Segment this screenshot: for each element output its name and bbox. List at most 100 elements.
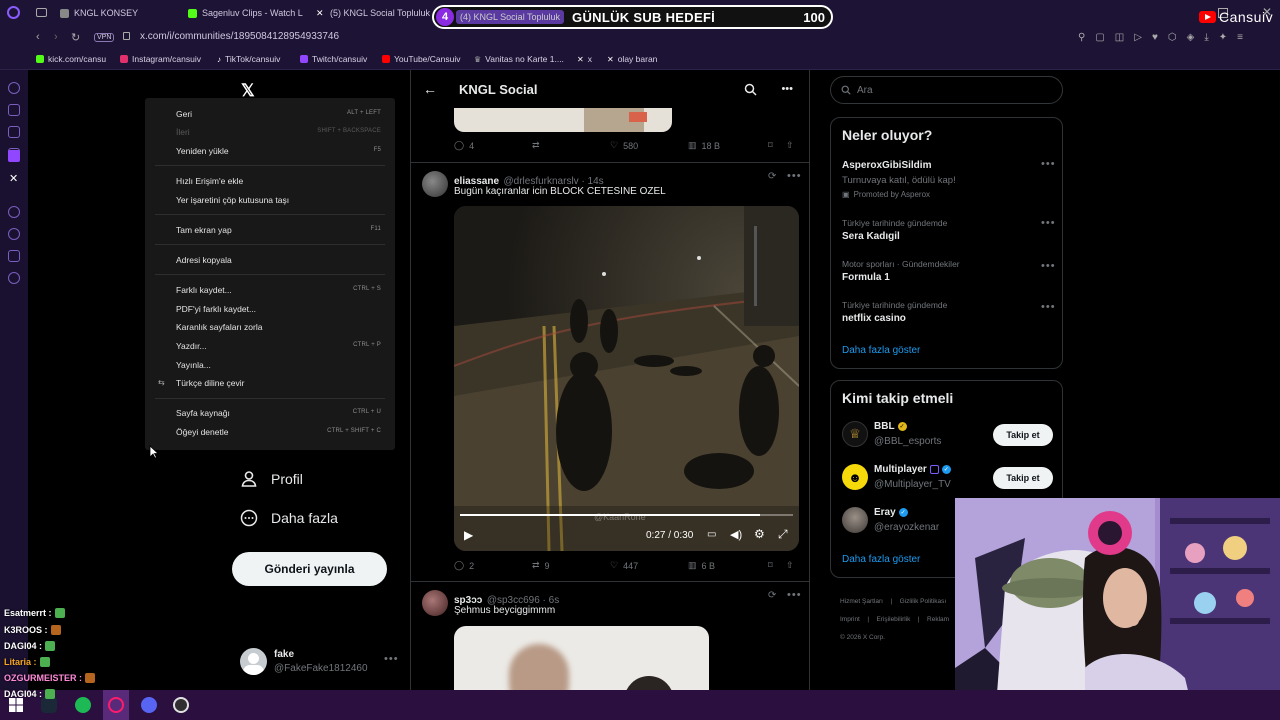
footer-ads[interactable]: Reklam [927,616,949,623]
follow-button[interactable]: Takip et [993,424,1053,446]
post-eliassane[interactable]: eliassane @drlesfurknarslv · 14s ⟳ ••• B… [411,163,809,581]
tab-overview-icon[interactable] [36,8,47,17]
trend-item[interactable]: AsperoxGibiSildim Turnuvaya katıl, ödülü… [831,154,1062,204]
heart-icon[interactable]: ♥ [1152,32,1158,43]
menu-item-trash-bookmark[interactable]: Yer işaretini çöp kutusuna taşı [145,191,395,209]
chat-sidebar-icon[interactable] [8,250,20,262]
download-icon[interactable]: ⤓ [1204,32,1208,43]
follow-suggestion[interactable]: ♕ BBL ✓ @BBL_esports Takip et [831,417,1062,453]
bookmark-post-icon[interactable]: ⌑ [768,140,786,151]
bookmark-twitch[interactable]: Twitch/cansuiv [300,54,367,64]
more-icon[interactable]: ••• [781,83,793,95]
retweet-action[interactable]: ⇄ [532,140,610,151]
discord-icon[interactable] [141,697,157,713]
bookmark-youtube[interactable]: YouTube/Cansuiv [382,54,460,64]
menu-item-print[interactable]: Yazdır... CTRL + P [145,337,395,355]
trend-more-icon[interactable]: ••• [1041,260,1056,272]
player-icon[interactable]: ▷ [1134,32,1142,43]
wallet-icon[interactable]: ◈ [1187,32,1195,43]
menu-item-speed-dial[interactable]: Hızlı Erişim'e ekle [145,172,395,190]
retweet-action[interactable]: ⇄ 9 [532,560,610,571]
reply-action[interactable]: ◯ 4 [454,140,532,151]
reload-icon[interactable]: ↻ [71,31,80,44]
video-settings-icon[interactable]: ⚙ [754,527,765,541]
steam-icon[interactable] [41,697,57,713]
like-action[interactable]: ♡ 580 [610,140,688,151]
menu-item-save-as[interactable]: Farklı kaydet... CTRL + S [145,281,395,299]
footer-imprint[interactable]: Imprint [840,616,860,623]
video-progress-track[interactable] [460,514,793,516]
player-sidebar-icon[interactable] [8,206,20,218]
settings-icon[interactable] [8,272,20,284]
messenger-icon[interactable] [8,126,20,138]
obs-icon[interactable] [173,697,189,713]
twitch-sidebar-icon[interactable] [8,150,20,162]
pin-icon[interactable]: ⚲ [1078,32,1085,43]
post-image[interactable] [454,626,709,690]
extensions-icon[interactable]: ⬡ [1168,32,1177,43]
views-action[interactable]: ▥ 6 B [688,560,768,571]
url-text[interactable]: x.com/i/communities/1895084128954933746 [140,31,339,42]
opera-logo-icon[interactable] [7,6,20,19]
windows-start-icon[interactable] [9,698,23,712]
trends-show-more[interactable]: Daha fazla göster [842,345,920,356]
trend-item[interactable]: Türkiye tarihinde gündemde netflix casin… [831,295,1062,333]
menu-item-reload[interactable]: Yeniden yükle F5 [145,142,395,160]
menu-item-force-dark[interactable]: Karanlık sayfaları zorla [145,318,395,336]
avatar[interactable] [422,590,448,616]
trend-more-icon[interactable]: ••• [1041,301,1056,313]
menu-item-back[interactable]: Geri ALT + LEFT [145,105,395,123]
menu-item-inspect[interactable]: Öğeyi denetle CTRL + SHIFT + C [145,423,395,441]
menu-item-fullscreen[interactable]: Tam ekran yap F11 [145,221,395,239]
bookmark-kick[interactable]: kick.com/cansu [36,54,106,64]
nav-more[interactable]: Daha fazla [240,509,338,527]
forward-icon[interactable]: › [54,31,58,43]
follow-suggestion[interactable]: ☻ Multiplayer ✓ @Multiplayer_TV Takip et [831,460,1062,496]
spotify-icon[interactable] [75,697,91,713]
share-icon[interactable]: ⇧ [786,140,794,151]
menu-item-cast[interactable]: Yayınla... [145,356,395,374]
camera-icon[interactable]: ◫ [1115,32,1124,43]
menu-item-copy-address[interactable]: Adresi kopyala [145,251,395,269]
nav-profile[interactable]: Profil [240,470,303,488]
footer-accessibility[interactable]: Erişilebilirlik [876,616,910,623]
trend-more-icon[interactable]: ••• [1041,158,1056,170]
bookmark-olay-baran[interactable]: ✕ olay baran [607,54,657,64]
snapshot-icon[interactable]: ▢ [1095,32,1104,43]
post-button[interactable]: Gönderi yayınla [232,552,387,586]
post-more-icon[interactable]: ••• [787,170,802,182]
volume-icon[interactable]: ◀) [730,528,742,541]
play-icon[interactable]: ▶ [464,528,473,542]
menu-item-save-pdf[interactable]: PDF'yi farklı kaydet... [145,300,395,318]
bookmark-x[interactable]: ✕ x [577,54,592,64]
opera-gx-icon[interactable] [108,697,124,713]
trend-item[interactable]: Türkiye tarihinde gündemde Sera Kadıgil … [831,213,1062,251]
grok-icon[interactable]: ⟳ [768,590,776,601]
avatar[interactable] [422,171,448,197]
reply-action[interactable]: ◯ 2 [454,560,532,571]
trend-item[interactable]: Motor sporları · Gündemdekiler Formula 1… [831,254,1062,292]
trend-more-icon[interactable]: ••• [1041,217,1056,229]
account-switcher[interactable]: fake @FakeFake1812460 ••• [240,647,400,677]
x-sidebar-icon[interactable]: ✕ [9,172,18,185]
tab-kngl-social-5[interactable]: ✕ (5) KNGL Social Topluluk [316,4,430,22]
tab-sagenluv-clips[interactable]: Sagenluv Clips - Watch Li [188,4,303,22]
share-icon[interactable]: ⇧ [786,560,794,571]
grok-icon[interactable]: ⟳ [768,171,776,182]
workspaces-icon[interactable] [8,104,20,116]
menu-item-translate[interactable]: ⇆ Türkçe diline çevir [145,374,395,392]
video-player[interactable]: @KaanRone ▶ 0:27 / 0:30 ▭ ◀) ⚙ ⤢ [454,206,799,551]
like-action[interactable]: ♡ 447 [610,560,688,571]
menu-item-view-source[interactable]: Sayfa kaynağı CTRL + U [145,404,395,422]
tab-kngl-konsey[interactable]: KNGL KONSEY [60,4,175,22]
bookmark-tiktok[interactable]: ♪ TikTok/cansuiv [217,54,280,64]
views-action[interactable]: ▥ 18 B [688,140,768,151]
captions-icon[interactable]: ▭ [707,529,716,540]
bookmark-vanitas[interactable]: ♛ Vanitas no Karte 1.... [474,54,564,64]
footer-privacy[interactable]: Gizlilik Politikası [900,598,947,605]
bookmark-post-icon[interactable]: ⌑ [768,560,786,571]
footer-terms[interactable]: Hizmet Şartları [840,598,883,605]
aria-icon[interactable] [8,82,20,94]
history-icon[interactable] [8,228,20,240]
search-icon[interactable] [744,83,757,96]
